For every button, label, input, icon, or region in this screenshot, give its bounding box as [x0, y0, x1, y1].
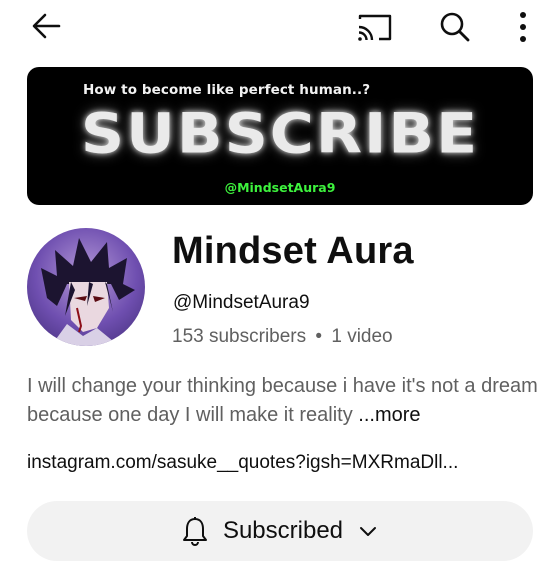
description-text: I will change your thinking because i ha… [27, 375, 538, 426]
video-count: 1 video [331, 326, 393, 347]
channel-name: Mindset Aura [172, 230, 414, 272]
more-options-button[interactable] [512, 10, 534, 44]
back-button[interactable] [28, 8, 64, 44]
channel-banner: How to become like perfect human..? SUBS… [27, 67, 533, 205]
subscriber-count: 153 subscribers [172, 326, 307, 347]
bell-icon [182, 517, 207, 546]
channel-avatar[interactable] [27, 228, 145, 346]
cast-button[interactable] [355, 10, 395, 44]
channel-handle: @MindsetAura9 [173, 292, 310, 313]
more-link[interactable]: ...more [358, 404, 420, 426]
search-button[interactable] [437, 9, 473, 45]
channel-stats: 153 subscribers • 1 video [172, 326, 393, 348]
subscribed-label: Subscribed [222, 517, 344, 544]
subscribed-button[interactable]: Subscribed [27, 501, 533, 561]
channel-external-link[interactable]: instagram.com/sasuke__quotes?igsh=MXRmaD… [27, 452, 458, 474]
banner-tagline: How to become like perfect human..? [83, 82, 371, 98]
arrow-left-icon [32, 13, 61, 39]
banner-headline: SUBSCRIBE [80, 101, 480, 167]
channel-description[interactable]: I will change your thinking because i ha… [27, 372, 542, 430]
stats-separator: • [315, 326, 323, 347]
chevron-down-icon [360, 527, 377, 536]
avatar-portrait-image [41, 238, 135, 346]
banner-handle: @MindsetAura9 [224, 180, 336, 195]
search-icon [440, 12, 470, 42]
cast-icon [358, 14, 392, 41]
more-vertical-icon [520, 12, 526, 42]
